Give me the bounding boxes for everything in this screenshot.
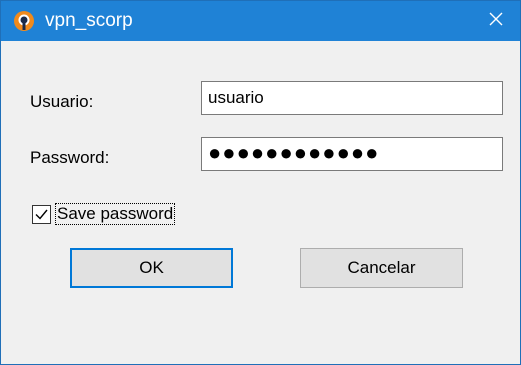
cancel-button[interactable]: Cancelar xyxy=(300,248,463,288)
dialog-content: Usuario: usuario Password: ●●●●●●●●●●●● … xyxy=(1,41,520,364)
window-title: vpn_scorp xyxy=(45,10,133,31)
save-password-label[interactable]: Save password xyxy=(54,203,176,225)
close-button[interactable] xyxy=(472,1,520,41)
username-field[interactable]: usuario xyxy=(201,81,503,115)
username-label: Usuario: xyxy=(30,92,94,111)
close-icon xyxy=(488,11,504,32)
save-password-option[interactable]: Save password xyxy=(32,201,176,227)
ok-button[interactable]: OK xyxy=(70,248,233,288)
titlebar[interactable]: vpn_scorp xyxy=(1,1,520,41)
checkmark-icon xyxy=(35,209,48,220)
password-label: Password: xyxy=(30,148,110,167)
openvpn-icon xyxy=(13,10,35,32)
save-password-checkbox[interactable] xyxy=(32,204,51,224)
login-dialog: vpn_scorp Usuario: usuario Password: ●●●… xyxy=(0,0,521,365)
password-field[interactable]: ●●●●●●●●●●●● xyxy=(201,137,503,171)
